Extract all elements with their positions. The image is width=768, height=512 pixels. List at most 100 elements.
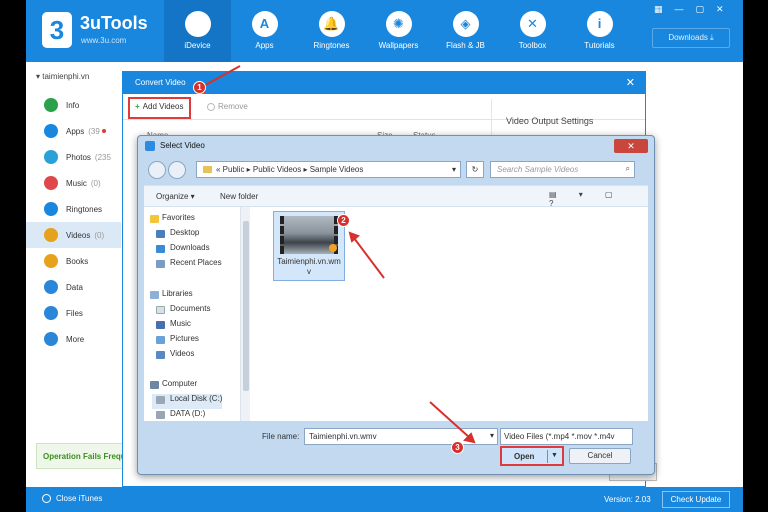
file-name-input[interactable]: Taimienphi.vn.wmv ▾ xyxy=(304,428,498,445)
close-icon[interactable]: ✕ xyxy=(716,4,724,15)
nav-tutorials[interactable]: i Tutorials xyxy=(566,0,633,62)
plus-icon: + xyxy=(135,102,140,111)
tree-label: Downloads xyxy=(170,243,210,252)
recent-places-icon xyxy=(156,260,165,268)
tree-item-libraries[interactable]: Libraries xyxy=(150,289,210,304)
back-arrow-icon[interactable] xyxy=(148,161,166,179)
nav-idevice[interactable]: iDevice xyxy=(164,0,231,62)
tree-label: Desktop xyxy=(170,228,200,237)
tree-item-music[interactable]: Music xyxy=(152,319,210,334)
add-videos-label: Add Videos xyxy=(142,102,184,111)
tree-item-favorites[interactable]: Favorites xyxy=(150,213,222,228)
more-icon xyxy=(44,332,58,346)
nav-toolbox[interactable]: ✕ Toolbox xyxy=(499,0,566,62)
view-options-icon[interactable]: ▤ ▾ ▢ ? xyxy=(549,190,648,208)
tree-item-documents[interactable]: Documents xyxy=(152,304,210,319)
sidebar: Info Apps (39 Photos (235 Music (0) Ring… xyxy=(26,92,121,352)
sidebar-item-ringtones[interactable]: Ringtones xyxy=(26,196,121,222)
tree-item-pictures[interactable]: Pictures xyxy=(152,334,210,349)
refresh-button[interactable]: ↻ xyxy=(466,161,484,178)
sidebar-item-photos[interactable]: Photos (235 xyxy=(26,144,121,170)
pictures-icon xyxy=(156,336,165,344)
sidebar-item-more[interactable]: More xyxy=(26,326,121,352)
close-icon[interactable]: ✕ xyxy=(626,76,635,89)
address-bar[interactable]: « Public ▸ Public Videos ▸ Sample Videos… xyxy=(196,161,461,178)
nav-apps[interactable]: A Apps xyxy=(231,0,298,62)
tree-item-computer[interactable]: Computer xyxy=(150,379,222,394)
sidebar-item-data[interactable]: Data xyxy=(26,274,121,300)
chevron-down-icon[interactable]: ▾ xyxy=(452,165,456,174)
downloads-button[interactable]: Downloads ⤓ xyxy=(652,28,730,48)
tree-item-recent-places[interactable]: Recent Places xyxy=(152,258,222,273)
apple-icon xyxy=(184,11,211,37)
window-controls: ▦ — ▢ ✕ xyxy=(654,4,724,15)
sidebar-item-info[interactable]: Info xyxy=(26,92,121,118)
tree-label: Recent Places xyxy=(170,258,222,267)
select-dialog-title: Select Video xyxy=(160,141,205,150)
sidebar-item-label: Books xyxy=(66,256,89,266)
sidebar-item-videos[interactable]: Videos (0) xyxy=(26,222,121,248)
tree-item-videos[interactable]: Videos xyxy=(152,349,210,364)
chevron-down-icon[interactable]: ▾ xyxy=(490,431,494,440)
open-button[interactable]: Open ▼ xyxy=(500,446,564,466)
video-icon xyxy=(44,228,58,242)
add-videos-button[interactable]: + Add Videos xyxy=(128,97,192,119)
file-type-select[interactable]: Video Files (*.mp4 *.mov *.m4v xyxy=(500,428,633,445)
nav-ringtones[interactable]: 🔔 Ringtones xyxy=(298,0,365,62)
search-icon[interactable]: ⌕ xyxy=(626,164,630,174)
close-itunes-button[interactable]: Close iTunes xyxy=(42,494,102,504)
videos-folder-icon xyxy=(156,351,165,359)
remove-button[interactable]: Remove xyxy=(207,102,248,111)
tree-item-data-d[interactable]: DATA (D:) xyxy=(152,409,222,424)
file-item-name: Taimienphi.vn.wmv xyxy=(277,257,341,276)
hard-drive-icon xyxy=(156,411,165,419)
nav-wallpapers[interactable]: ✺ Wallpapers xyxy=(365,0,432,62)
tree-item-downloads[interactable]: Downloads xyxy=(152,243,222,258)
sidebar-item-label: Apps xyxy=(66,126,85,136)
maximize-icon[interactable]: ▢ xyxy=(696,4,705,15)
nav-flash-jb[interactable]: ◈ Flash & JB xyxy=(432,0,499,62)
chevron-down-icon[interactable]: ▼ xyxy=(547,450,561,463)
address-path: « Public ▸ Public Videos ▸ Sample Videos xyxy=(216,165,364,174)
app-icon xyxy=(145,141,155,151)
sidebar-item-apps[interactable]: Apps (39 xyxy=(26,118,121,144)
cancel-button[interactable]: Cancel xyxy=(569,448,631,464)
sidebar-item-files[interactable]: Files xyxy=(26,300,121,326)
skin-icon[interactable]: ▦ xyxy=(654,4,663,15)
sidebar-item-label: Photos xyxy=(66,152,91,162)
sidebar-item-label: Music xyxy=(66,178,87,188)
tree-item-desktop[interactable]: Desktop xyxy=(152,228,222,243)
minimize-icon[interactable]: — xyxy=(675,4,684,15)
3utools-logo-icon: 3 xyxy=(42,12,72,48)
sidebar-item-music[interactable]: Music (0) xyxy=(26,170,121,196)
downloads-folder-icon xyxy=(156,245,165,253)
tree-label: Music xyxy=(170,319,191,328)
explorer-content: Favorites Desktop Downloads Recent Place… xyxy=(144,207,648,421)
organize-button[interactable]: Organize ▾ xyxy=(156,192,195,201)
new-folder-button[interactable]: New folder xyxy=(220,192,258,201)
sidebar-item-label: More xyxy=(66,334,85,344)
library-icon xyxy=(150,291,159,299)
tree-scrollbar[interactable] xyxy=(240,207,250,421)
sidebar-item-count: (235 xyxy=(94,152,111,162)
nav-label: iDevice xyxy=(184,41,211,50)
explorer-toolbar: Organize ▾ New folder ▤ ▾ ▢ ? xyxy=(144,185,648,208)
scrollbar-thumb[interactable] xyxy=(243,221,249,391)
tree-item-local-disk-c[interactable]: Local Disk (C:) xyxy=(152,394,223,409)
sidebar-item-books[interactable]: Books xyxy=(26,248,121,274)
search-input[interactable]: Search Sample Videos ⌕ xyxy=(490,161,635,178)
tree-group-favorites: Favorites Desktop Downloads Recent Place… xyxy=(150,213,222,273)
sidebar-item-label: Ringtones xyxy=(66,204,103,214)
close-icon[interactable]: ✕ xyxy=(614,139,648,153)
file-item-video[interactable]: Taimienphi.vn.wmv xyxy=(273,211,345,281)
app-header: 3 3uTools www.3u.com iDevice A Apps 🔔 Ri… xyxy=(26,0,743,62)
info-icon: i xyxy=(586,11,613,37)
book-icon xyxy=(44,254,58,268)
tree-label: DATA (D:) xyxy=(170,409,206,418)
photos-icon xyxy=(44,150,58,164)
nav-label: Flash & JB xyxy=(446,41,485,50)
forward-arrow-icon[interactable] xyxy=(168,161,186,179)
check-update-button[interactable]: Check Update xyxy=(662,491,730,508)
remove-icon xyxy=(207,102,215,111)
video-output-settings-heading: Video Output Settings xyxy=(506,116,594,126)
